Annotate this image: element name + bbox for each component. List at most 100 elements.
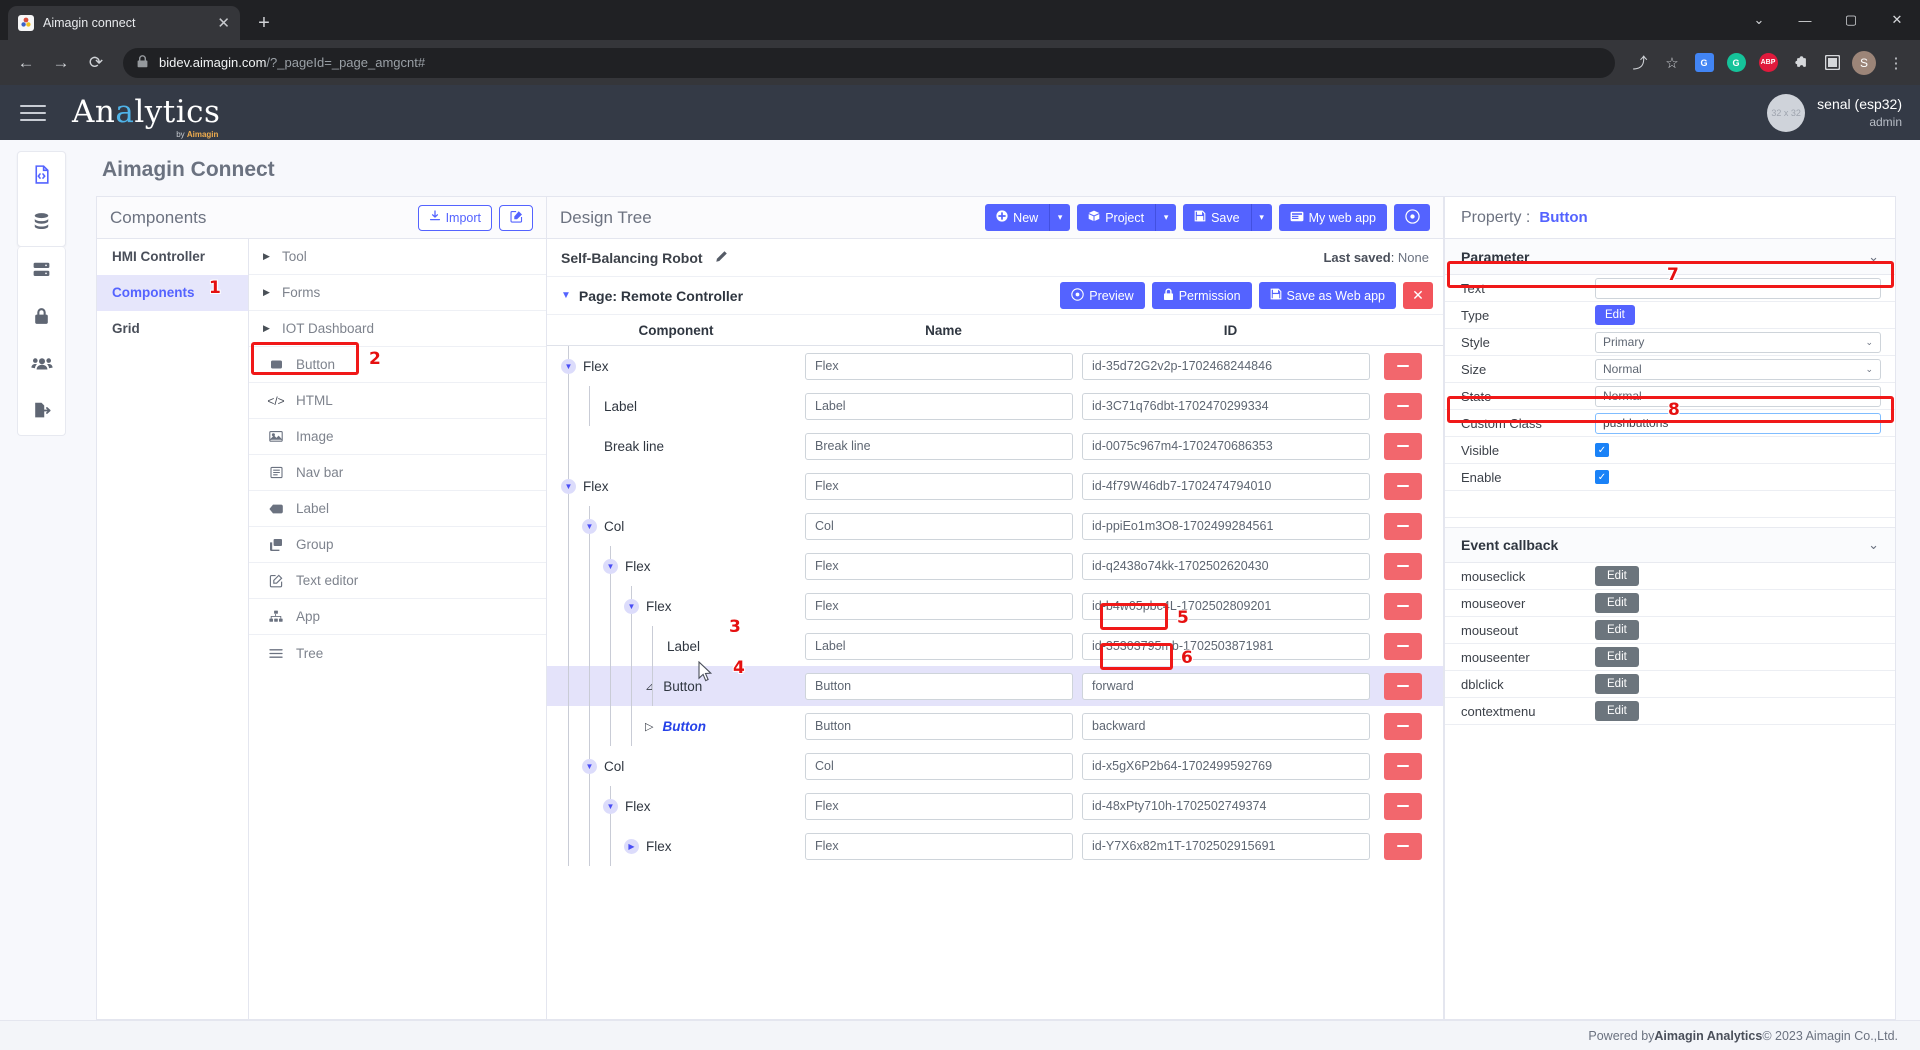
- user-menu[interactable]: 32 x 32 senal (esp32) admin: [1767, 93, 1902, 132]
- name-input[interactable]: [805, 352, 1073, 380]
- window-minimize-button[interactable]: —: [1782, 0, 1828, 40]
- component-item-text-editor[interactable]: Text editor: [249, 563, 546, 599]
- bookmark-star-icon[interactable]: ☆: [1658, 49, 1686, 77]
- component-item-image[interactable]: Image: [249, 419, 546, 455]
- chevron-down-icon[interactable]: ⌄: [1868, 249, 1879, 265]
- id-input[interactable]: [1082, 632, 1370, 660]
- project-button[interactable]: Project: [1077, 204, 1156, 231]
- table-row[interactable]: ▼ Flex: [547, 786, 1443, 826]
- tree-expand-down-icon[interactable]: ▼: [582, 758, 597, 774]
- forward-icon[interactable]: →: [45, 47, 77, 79]
- my-web-app-button[interactable]: My web app: [1278, 204, 1387, 231]
- tab-close-icon[interactable]: ✕: [217, 16, 230, 31]
- sidebar-item-security[interactable]: [17, 294, 66, 341]
- window-maximize-button[interactable]: ▢: [1828, 0, 1874, 40]
- table-row[interactable]: Label: [547, 386, 1443, 426]
- preview-eye-button[interactable]: [1394, 204, 1430, 231]
- tree-node[interactable]: Label: [547, 386, 805, 426]
- chrome-menu-chevron-icon[interactable]: ⌄: [1736, 0, 1782, 40]
- table-row[interactable]: ▼ Flex: [547, 586, 1443, 626]
- name-input[interactable]: [805, 832, 1073, 860]
- close-page-button[interactable]: ✕: [1403, 282, 1433, 309]
- profile-avatar[interactable]: S: [1850, 49, 1878, 77]
- table-row[interactable]: ▼ Flex: [547, 546, 1443, 586]
- window-close-button[interactable]: ✕: [1874, 0, 1920, 40]
- share-icon[interactable]: ⤴: [1626, 49, 1654, 77]
- new-tab-button[interactable]: +: [250, 9, 278, 37]
- id-input[interactable]: [1082, 552, 1370, 580]
- delete-row-button[interactable]: [1384, 632, 1422, 660]
- name-input[interactable]: [805, 792, 1073, 820]
- delete-row-button[interactable]: [1384, 792, 1422, 820]
- delete-row-button[interactable]: [1384, 592, 1422, 620]
- delete-row-button[interactable]: [1384, 352, 1422, 380]
- sidebar-item-users[interactable]: [17, 341, 66, 388]
- event-edit-mouseover[interactable]: Edit: [1595, 593, 1639, 613]
- tree-node-closed-marker-icon[interactable]: ▷: [645, 720, 653, 733]
- tree-node[interactable]: ▼ Flex: [547, 466, 805, 506]
- tree-node[interactable]: ▶ Flex: [547, 826, 805, 866]
- save-button[interactable]: Save: [1183, 204, 1251, 231]
- delete-row-button[interactable]: [1384, 472, 1422, 500]
- style-select[interactable]: Primary ⌄: [1595, 331, 1881, 353]
- tree-node[interactable]: ▼ Flex: [547, 786, 805, 826]
- tree-node[interactable]: ▼ Col: [547, 746, 805, 786]
- sidebar-item-code-file[interactable]: [17, 152, 66, 199]
- translate-extension-icon[interactable]: G: [1690, 49, 1718, 77]
- reload-icon[interactable]: ⟳: [80, 47, 112, 79]
- table-row[interactable]: Label: [547, 626, 1443, 666]
- sidebar-item-server[interactable]: [17, 247, 66, 294]
- delete-row-button[interactable]: [1384, 392, 1422, 420]
- chevron-down-icon[interactable]: ⌄: [1868, 537, 1879, 553]
- component-group-forms[interactable]: ▶ Forms: [249, 275, 546, 311]
- pencil-icon[interactable]: [715, 250, 728, 266]
- event-edit-mouseout[interactable]: Edit: [1595, 620, 1639, 640]
- delete-row-button[interactable]: [1384, 712, 1422, 740]
- id-input[interactable]: [1082, 512, 1370, 540]
- tree-expand-down-icon[interactable]: ▼: [561, 358, 576, 374]
- sidebar-item-database[interactable]: [17, 199, 66, 246]
- event-section-header[interactable]: Event callback ⌄: [1445, 527, 1895, 563]
- puzzle-extension-icon[interactable]: [1786, 49, 1814, 77]
- address-bar[interactable]: bidev.aimagin.com/?_pageId=_page_amgcnt#: [123, 47, 1615, 78]
- tree-node[interactable]: ⊿ Button: [547, 666, 805, 706]
- tree-node[interactable]: ▼ Flex: [547, 586, 805, 626]
- name-input[interactable]: [805, 632, 1073, 660]
- page-collapse-triangle-icon[interactable]: ▼: [561, 290, 571, 301]
- sidepanel-icon[interactable]: [1818, 49, 1846, 77]
- component-item-nav-bar[interactable]: Nav bar: [249, 455, 546, 491]
- table-row[interactable]: ▼ Flex: [547, 346, 1443, 386]
- delete-row-button[interactable]: [1384, 552, 1422, 580]
- table-row[interactable]: Break line: [547, 426, 1443, 466]
- component-item-label[interactable]: Label: [249, 491, 546, 527]
- size-select[interactable]: Normal ⌄: [1595, 358, 1881, 380]
- event-edit-dblclick[interactable]: Edit: [1595, 674, 1639, 694]
- delete-row-button[interactable]: [1384, 832, 1422, 860]
- name-input[interactable]: [805, 672, 1073, 700]
- component-item-app[interactable]: App: [249, 599, 546, 635]
- chrome-menu-icon[interactable]: ⋮: [1882, 49, 1910, 77]
- grammarly-extension-icon[interactable]: G: [1722, 49, 1750, 77]
- name-input[interactable]: [805, 712, 1073, 740]
- name-input[interactable]: [805, 472, 1073, 500]
- delete-row-button[interactable]: [1384, 672, 1422, 700]
- new-button[interactable]: New: [985, 204, 1050, 231]
- table-row[interactable]: ⊿ Button: [547, 666, 1443, 706]
- category-hmi-controller[interactable]: HMI Controller: [97, 239, 248, 275]
- table-row[interactable]: ▼ Flex: [547, 466, 1443, 506]
- tree-expand-right-icon[interactable]: ▶: [624, 838, 639, 854]
- event-edit-contextmenu[interactable]: Edit: [1595, 701, 1639, 721]
- tree-node[interactable]: ▼ Flex: [547, 546, 805, 586]
- table-row[interactable]: ▶ Flex: [547, 826, 1443, 866]
- table-row[interactable]: ▼ Col: [547, 746, 1443, 786]
- category-components[interactable]: Components: [97, 275, 248, 311]
- tree-expand-down-icon[interactable]: ▼: [624, 598, 639, 614]
- edit-components-button[interactable]: [499, 204, 533, 231]
- delete-row-button[interactable]: [1384, 512, 1422, 540]
- tree-expand-down-icon[interactable]: ▼: [582, 518, 597, 534]
- id-input[interactable]: [1082, 712, 1370, 740]
- component-group-tool[interactable]: ▶ Tool: [249, 239, 546, 275]
- id-input[interactable]: [1082, 832, 1370, 860]
- new-dropdown-caret-icon[interactable]: ▾: [1049, 204, 1071, 231]
- id-input[interactable]: [1082, 392, 1370, 420]
